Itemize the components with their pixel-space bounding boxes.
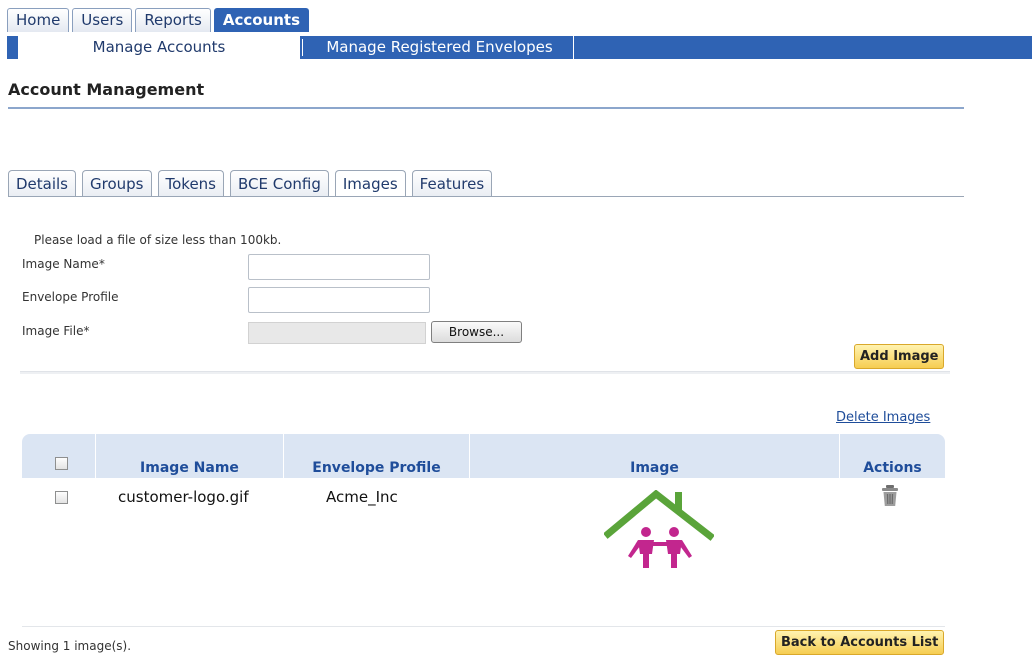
image-file-label-text: Image File xyxy=(22,324,84,338)
header-envelope-profile: Envelope Profile xyxy=(284,434,470,478)
header-image: Image xyxy=(470,434,840,478)
select-all-checkbox[interactable] xyxy=(55,457,68,470)
row-envelope-profile: Acme_Inc xyxy=(326,488,398,506)
tab-home[interactable]: Home xyxy=(7,8,70,32)
section-tabs-divider xyxy=(8,196,964,197)
back-to-accounts-button[interactable]: Back to Accounts List xyxy=(775,630,945,655)
envelope-profile-input[interactable] xyxy=(248,287,430,313)
tab-features[interactable]: Features xyxy=(411,170,493,197)
section-tabs: Details Groups Tokens BCE Config Images … xyxy=(8,170,498,197)
tab-images[interactable]: Images xyxy=(334,170,406,197)
image-name-label-text: Image Name xyxy=(22,257,99,271)
tab-accounts[interactable]: Accounts xyxy=(213,8,310,32)
row-checkbox[interactable] xyxy=(55,491,68,504)
subtab-manage-registered-envelopes[interactable]: Manage Registered Envelopes xyxy=(302,36,574,59)
image-name-label: Image Name* xyxy=(22,257,105,271)
envelope-profile-label: Envelope Profile xyxy=(22,290,119,304)
subtab-manage-accounts[interactable]: Manage Accounts xyxy=(18,36,300,59)
main-nav-tabs: Home Users Reports Accounts xyxy=(7,8,312,32)
image-name-input[interactable] xyxy=(248,254,430,280)
image-file-label: Image File* xyxy=(22,324,89,338)
image-count-text: Showing 1 image(s). xyxy=(8,639,132,653)
header-image-name: Image Name xyxy=(96,434,284,478)
file-size-note: Please load a file of size less than 100… xyxy=(34,233,282,247)
image-file-path-field[interactable] xyxy=(248,322,426,344)
header-actions: Actions xyxy=(863,460,922,476)
delete-images-link[interactable]: Delete Images xyxy=(836,410,930,425)
tab-groups[interactable]: Groups xyxy=(82,170,152,197)
images-table-header: Image Name Envelope Profile Image Action… xyxy=(22,434,945,478)
form-divider xyxy=(20,371,950,374)
sub-nav-bar: Manage Accounts Manage Registered Envelo… xyxy=(7,36,1032,59)
required-mark: * xyxy=(98,257,105,271)
browse-button[interactable]: Browse... xyxy=(431,321,522,343)
house-family-logo-icon xyxy=(604,490,714,568)
tab-details[interactable]: Details xyxy=(8,170,77,197)
tab-reports[interactable]: Reports xyxy=(135,8,211,32)
tab-tokens[interactable]: Tokens xyxy=(157,170,224,197)
row-image-name: customer-logo.gif xyxy=(118,488,249,506)
required-mark: * xyxy=(83,324,90,338)
page-title: Account Management xyxy=(8,80,205,99)
tab-users[interactable]: Users xyxy=(72,8,133,32)
add-image-button[interactable]: Add Image xyxy=(854,344,945,369)
footer-divider xyxy=(22,626,945,627)
header-checkbox-cell xyxy=(22,434,96,478)
trash-icon[interactable] xyxy=(881,485,899,507)
tab-bce-config[interactable]: BCE Config xyxy=(230,170,329,197)
title-divider xyxy=(8,107,964,109)
